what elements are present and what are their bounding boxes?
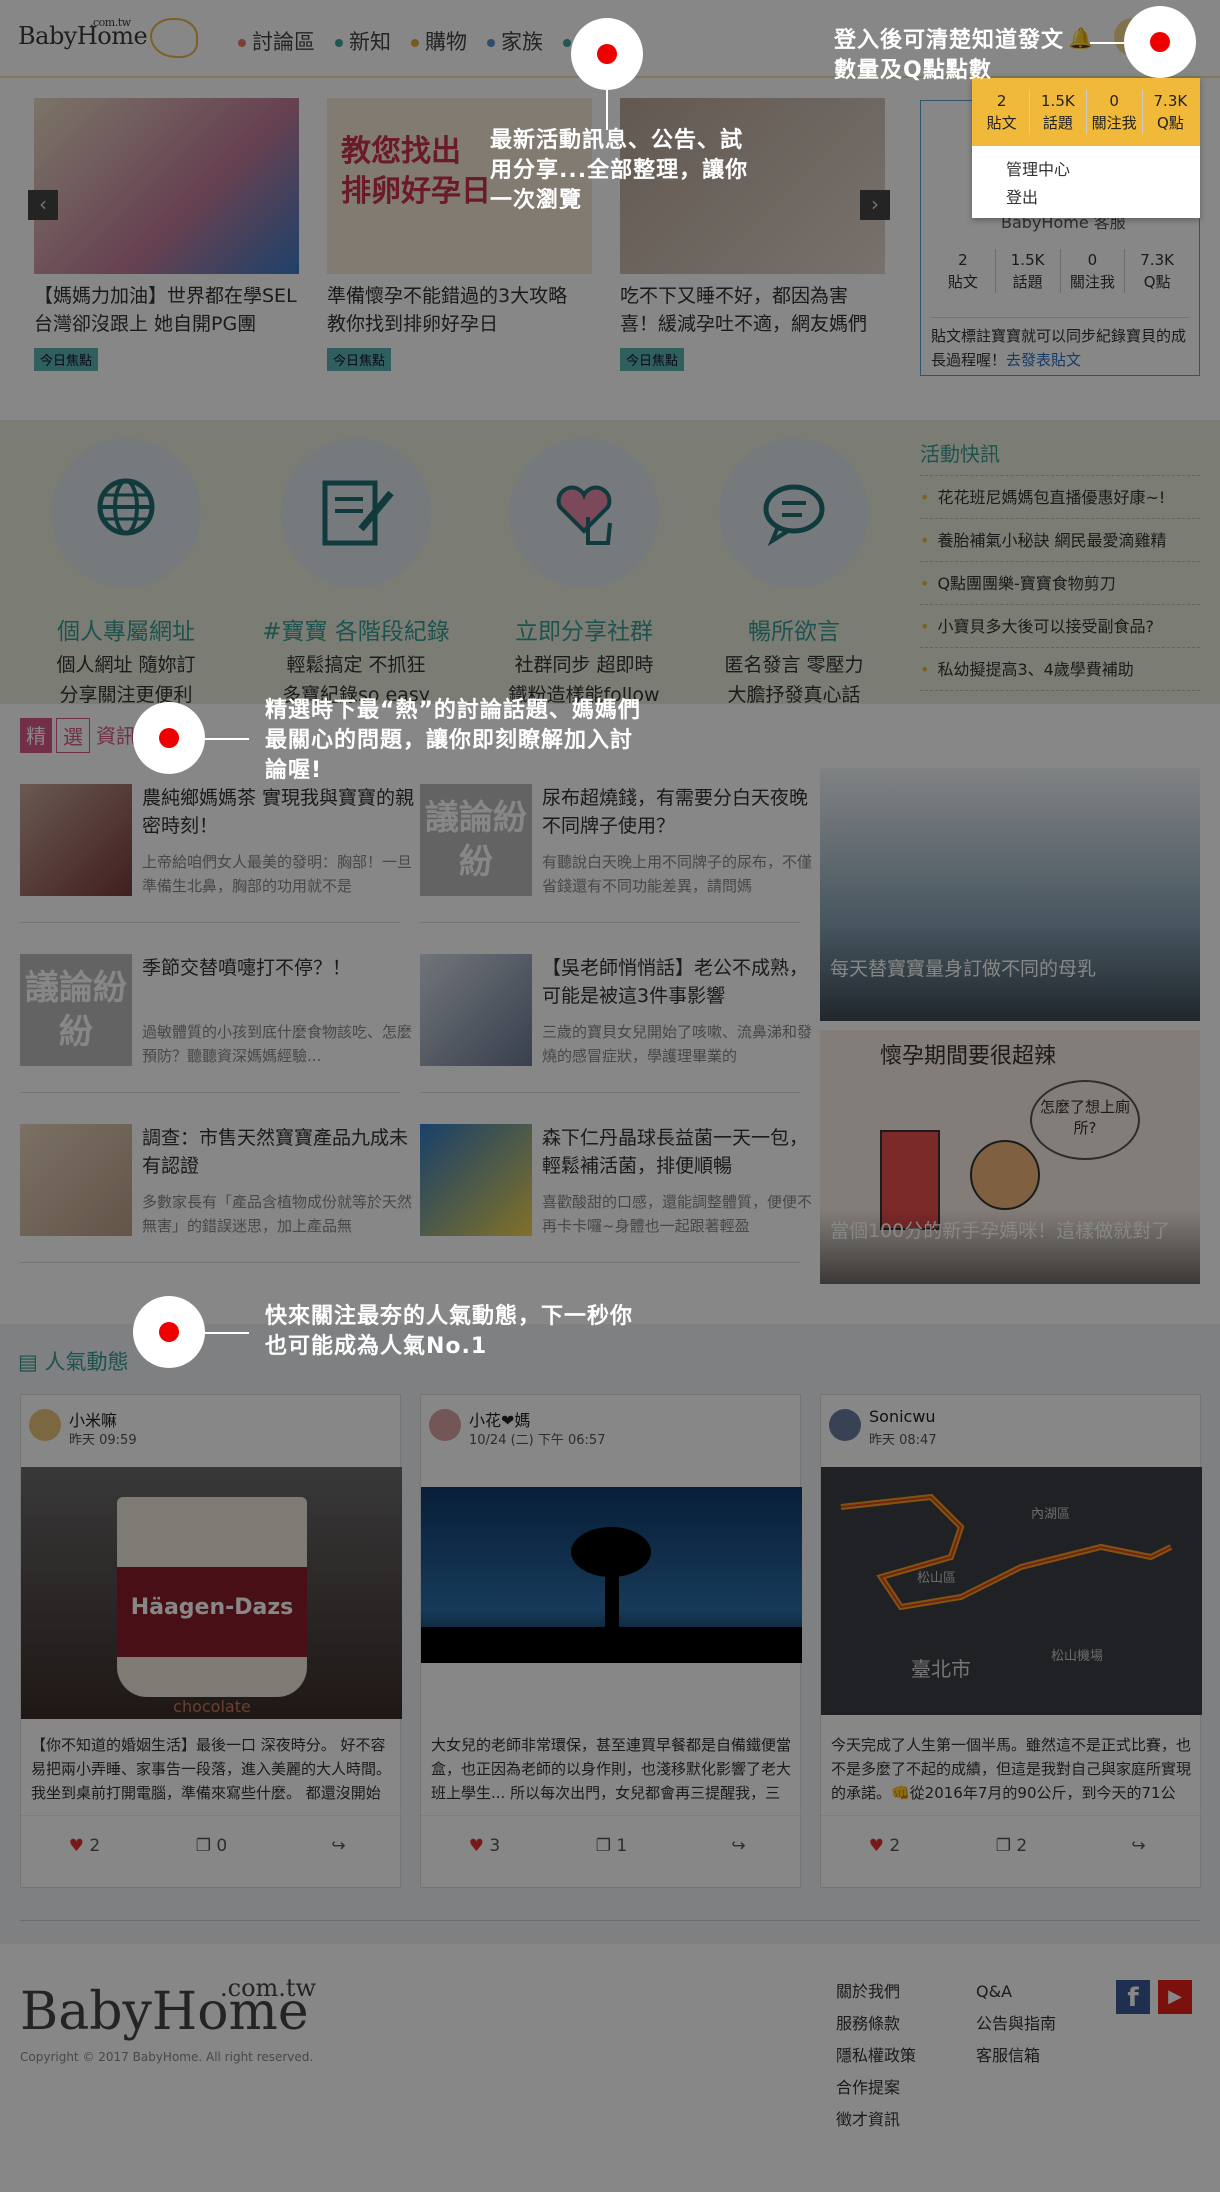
tour-hotspot[interactable] <box>133 702 205 774</box>
stat-topics[interactable]: 1.5K 話題 <box>1030 90 1087 134</box>
tour-hotspot[interactable] <box>1124 6 1196 78</box>
tip-connector <box>606 90 608 130</box>
tip-connector <box>1090 42 1124 44</box>
logout-menu-item[interactable]: 登出 <box>1006 184 1166 212</box>
tip-latest-news: 最新活動訊息、公告、試用分享...全部整理，讓你一次瀏覽 <box>490 128 749 213</box>
tour-hotspot[interactable] <box>571 18 643 90</box>
user-dropdown: 2 貼文 1.5K 話題 0 關注我 7.3K Q點 管理中心 登出 <box>972 78 1200 218</box>
tip-login-stats: 登入後可清楚知道發文數量及Q點點數 <box>834 28 1065 83</box>
tip-connector <box>205 738 249 740</box>
stat-posts[interactable]: 2 貼文 <box>974 90 1031 134</box>
tip-connector <box>205 1332 249 1334</box>
stat-followers[interactable]: 0 關注我 <box>1087 90 1143 134</box>
tutorial-overlay[interactable] <box>0 0 1220 2192</box>
dashboard-menu-item[interactable]: 管理中心 <box>1006 156 1166 184</box>
tour-hotspot[interactable] <box>133 1296 205 1368</box>
stat-qpoints[interactable]: 7.3K Q點 <box>1143 90 1198 134</box>
dropdown-stats: 2 貼文 1.5K 話題 0 關注我 7.3K Q點 <box>972 78 1200 146</box>
tip-hot-topics: 精選時下最“熱”的討論話題、媽媽們最關心的問題，讓你即刻瞭解加入討論喔! <box>265 698 641 783</box>
tip-popular-feed: 快來關注最夯的人氣動態，下一秒你也可能成為人氣No.1 <box>265 1304 634 1359</box>
